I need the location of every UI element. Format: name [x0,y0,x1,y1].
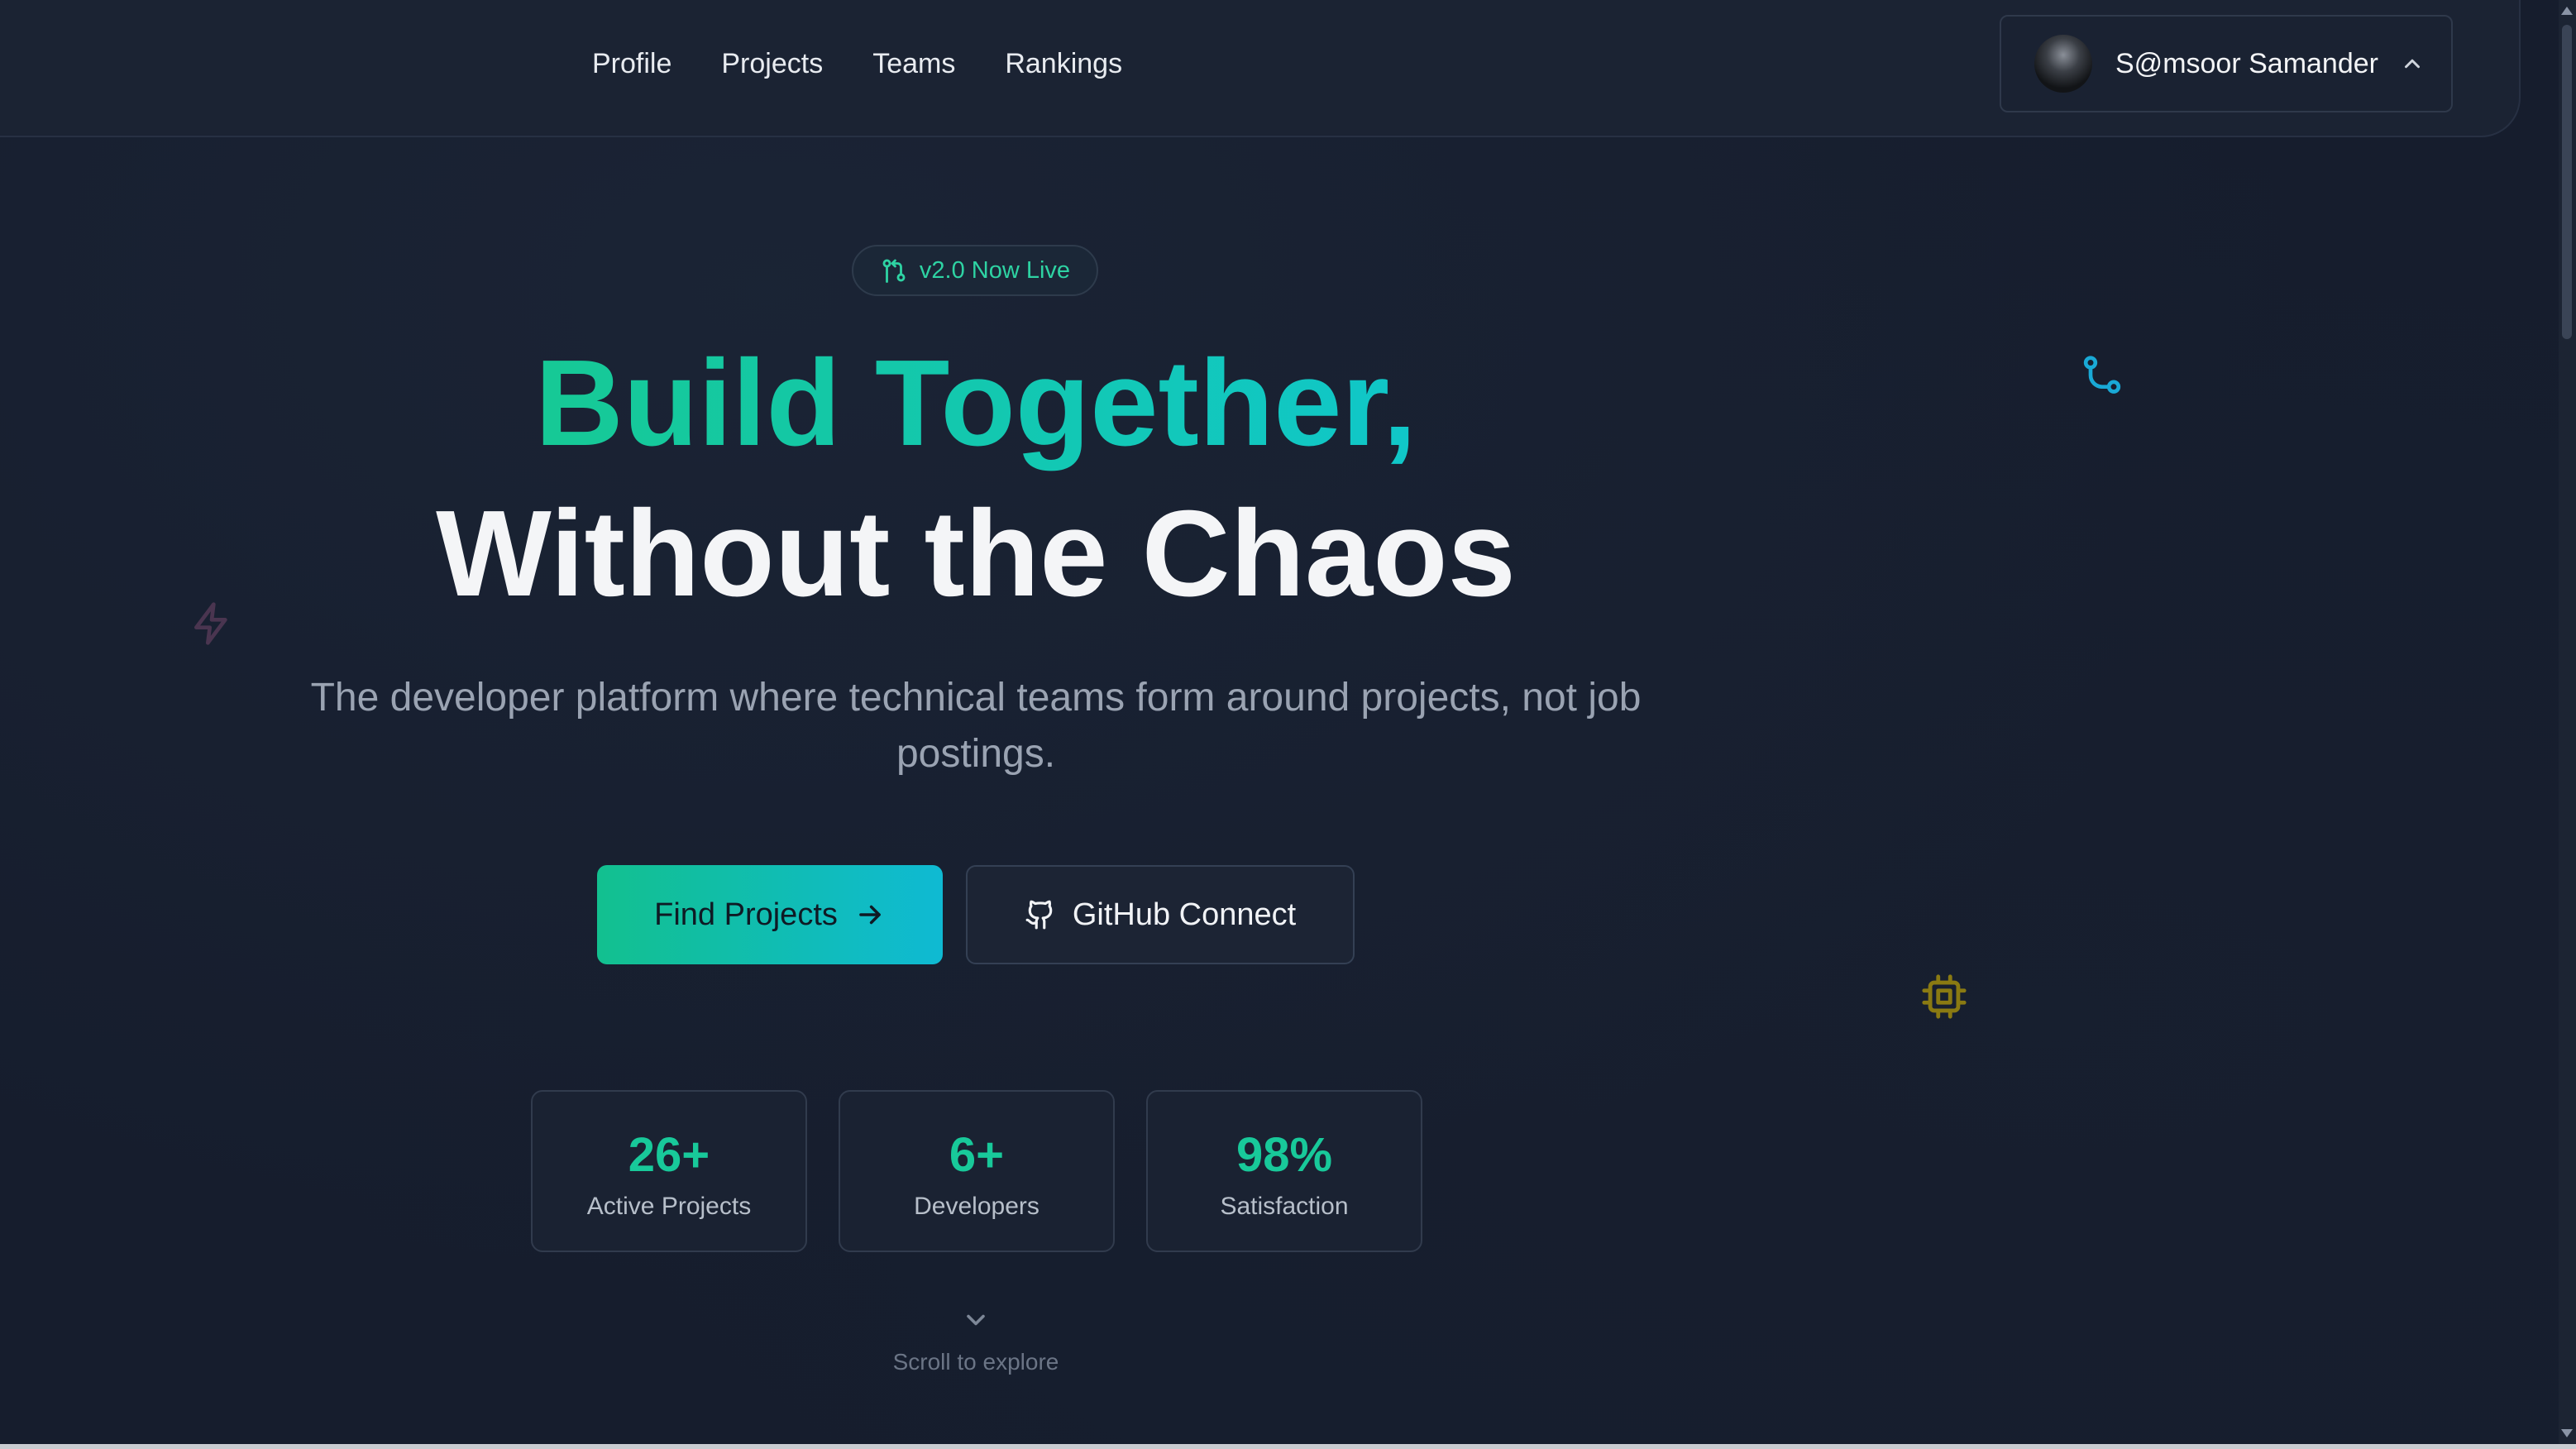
hero-title-line1: Build Together, [534,335,1417,471]
scroll-up-arrow[interactable] [2561,7,2573,15]
stat-card-active-projects: 26+ Active Projects [531,1090,807,1252]
github-icon [1025,900,1053,930]
hero-title-line2: Without the Chaos [436,485,1516,622]
github-connect-button[interactable]: GitHub Connect [966,865,1355,964]
nav-links: Profile Projects Teams Rankings [592,0,1122,127]
zap-icon [194,602,227,645]
top-navbar: Profile Projects Teams Rankings S@msoor … [0,0,2521,137]
window-bottom-edge [0,1444,2576,1449]
scroll-hint-label: Scroll to explore [892,1349,1059,1375]
cpu-icon [1922,974,1967,1019]
stat-card-developers: 6+ Developers [839,1090,1115,1252]
stat-value: 98% [1235,1128,1333,1182]
nav-link-teams[interactable]: Teams [872,48,955,80]
scrollbar-thumb[interactable] [2562,25,2572,339]
scroll-hint[interactable]: Scroll to explore [827,1305,1125,1375]
version-badge: v2.0 Now Live [852,245,1098,296]
chevron-up-icon [2404,59,2420,69]
stat-label: Developers [914,1193,1039,1220]
badge-text: v2.0 Now Live [919,256,1071,284]
arrow-right-icon [859,905,881,925]
stat-label: Active Projects [586,1193,752,1220]
nav-link-rankings[interactable]: Rankings [1005,48,1122,80]
user-menu-button[interactable]: S@msoor Samander [2000,15,2453,112]
github-connect-label: GitHub Connect [1072,897,1297,932]
git-pull-request-icon [882,259,906,283]
nav-link-projects[interactable]: Projects [721,48,823,80]
stat-label: Satisfaction [1220,1193,1349,1220]
nav-link-profile[interactable]: Profile [592,48,671,80]
git-branch-icon [2083,356,2121,394]
stat-value: 6+ [949,1128,1005,1182]
avatar [2034,35,2092,93]
user-name: S@msoor Samander [2115,47,2378,79]
hero-subtitle: The developer platform where technical t… [310,676,1642,776]
stat-value: 26+ [628,1128,710,1182]
stat-card-satisfaction: 98% Satisfaction [1146,1090,1422,1252]
chevron-down-icon [967,1314,985,1326]
scroll-down-arrow[interactable] [2561,1429,2573,1437]
find-projects-label: Find Projects [654,897,838,932]
find-projects-button[interactable]: Find Projects [597,865,943,964]
